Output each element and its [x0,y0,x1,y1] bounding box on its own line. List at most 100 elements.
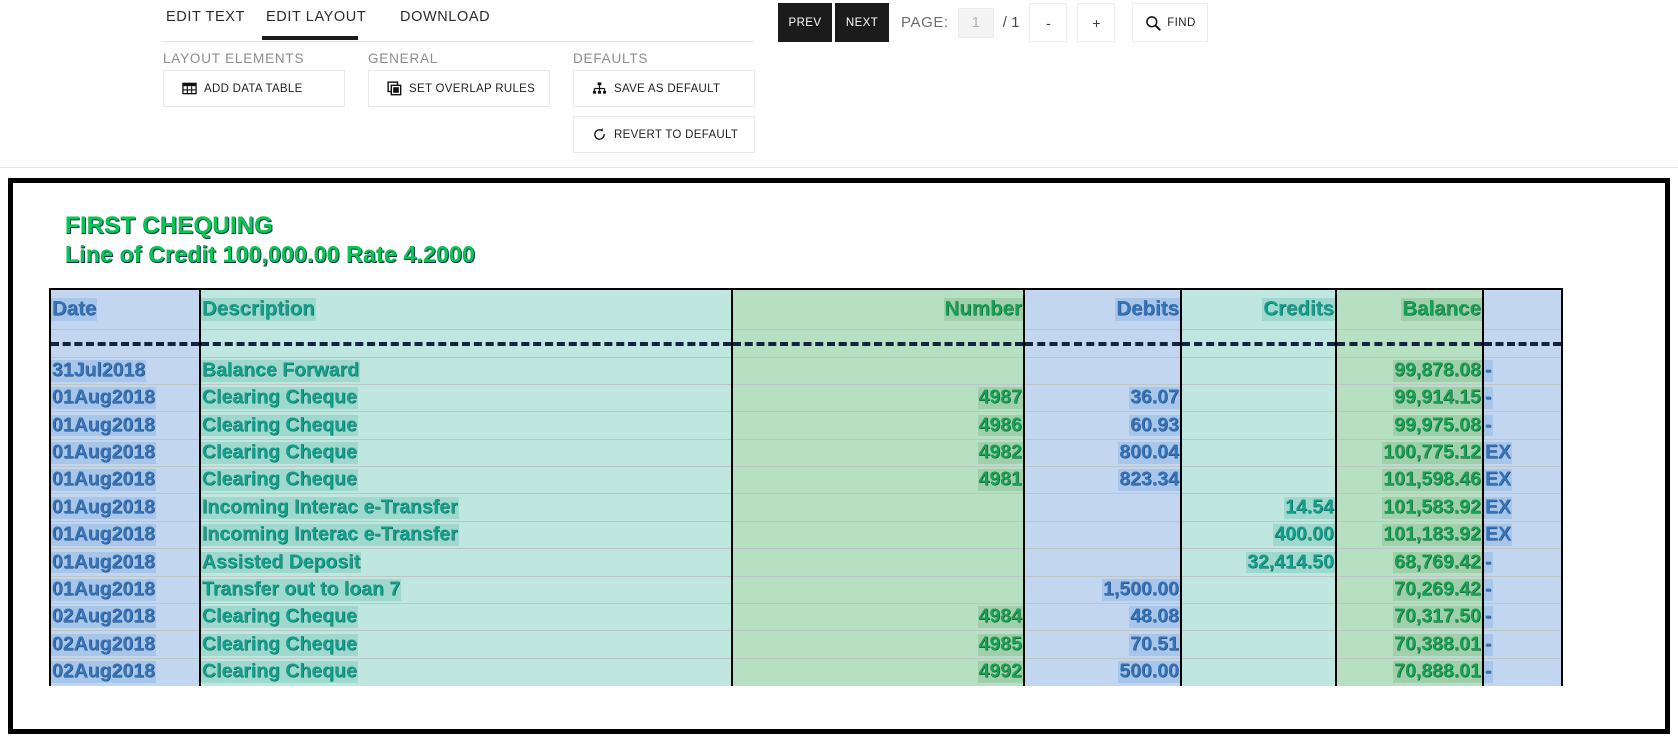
cell-description[interactable]: Clearing Cheque [199,466,732,494]
cell-description[interactable]: Clearing Cheque [199,383,732,412]
cell-debits[interactable]: 60.93 [1023,411,1181,440]
cell-credits[interactable] [1180,466,1336,494]
cell-date[interactable]: 01Aug2018 [49,411,200,440]
next-page-button[interactable]: NEXT [835,3,889,42]
cell-balance[interactable]: 99,914.15 [1335,383,1483,412]
cell-date[interactable]: 02Aug2018 [49,657,200,686]
table-row[interactable]: 01Aug2018 Clearing Cheque 4982 800.04 100,77… [49,438,1563,467]
cell-flag[interactable]: - [1482,657,1563,686]
cell-balance[interactable]: 101,583.92 [1335,493,1483,522]
cell-number[interactable] [731,520,1024,549]
cell-flag[interactable]: - [1482,356,1563,385]
cell-debits[interactable]: 800.04 [1023,438,1181,467]
cell-flag[interactable]: - [1482,383,1563,412]
cell-date[interactable]: 02Aug2018 [49,630,200,659]
cell-debits[interactable]: 48.08 [1023,603,1181,631]
cell-credits[interactable] [1180,383,1336,412]
cell-number[interactable] [731,493,1024,522]
tab-edit-layout[interactable]: EDIT LAYOUT [266,9,366,25]
cell-debits[interactable]: 70.51 [1023,630,1181,659]
cell-credits[interactable]: 14.54 [1180,493,1336,522]
table-row[interactable]: 01Aug2018 Clearing Cheque 4981 823.34 101,59… [49,466,1563,494]
cell-balance[interactable]: 70,317.50 [1335,603,1483,631]
table-row[interactable]: 01Aug2018 Incoming Interac e-Transfer 14.5… [49,493,1563,522]
cell-debits[interactable]: 36.07 [1023,383,1181,412]
column-header-balance[interactable]: Balance [1335,288,1483,329]
cell-debits[interactable] [1023,548,1181,577]
cell-balance[interactable]: 68,769.42 [1335,548,1483,577]
page-number-input[interactable]: 1 [957,7,994,38]
cell-credits[interactable] [1180,630,1336,659]
cell-description[interactable]: Balance Forward [199,356,732,385]
cell-description[interactable]: Clearing Cheque [199,630,732,659]
table-row[interactable]: 02Aug2018 Clearing Cheque 4984 48.08 70,317.… [49,603,1563,631]
cell-balance[interactable]: 70,888.01 [1335,657,1483,686]
cell-date[interactable]: 01Aug2018 [49,383,200,412]
cell-number[interactable]: 4992 [731,657,1024,686]
cell-description[interactable]: Clearing Cheque [199,657,732,686]
cell-number[interactable]: 4985 [731,630,1024,659]
cell-credits[interactable] [1180,575,1336,604]
zoom-in-button[interactable]: + [1077,3,1116,42]
cell-balance[interactable]: 100,775.12 [1335,438,1483,467]
cell-description[interactable]: Clearing Cheque [199,603,732,631]
zoom-out-button[interactable]: - [1029,3,1068,42]
add-data-table-button[interactable]: ADD DATA TABLE [163,70,345,107]
document-viewer[interactable]: FIRST CHEQUING Line of Credit 100,000.00 … [8,178,1670,734]
cell-balance[interactable]: 70,388.01 [1335,630,1483,659]
cell-flag[interactable]: - [1482,575,1563,604]
table-row[interactable]: 01Aug2018 Transfer out to loan 7 1,500.00 7… [49,575,1563,604]
cell-date[interactable]: 02Aug2018 [49,603,200,631]
cell-flag[interactable] [1482,328,1563,357]
table-row[interactable]: 02Aug2018 Clearing Cheque 4992 500.00 70,888… [49,657,1563,686]
cell-description[interactable]: Transfer out to loan 7 [199,575,732,604]
table-row[interactable]: 01Aug2018 Clearing Cheque 4986 60.93 99,975.… [49,411,1563,440]
column-header-debits[interactable]: Debits [1023,288,1181,329]
cell-balance[interactable]: 101,183.92 [1335,520,1483,549]
cell-number[interactable]: 4984 [731,603,1024,631]
table-row[interactable]: 01Aug2018 Incoming Interac e-Transfer 400.… [49,520,1563,549]
cell-date[interactable]: 01Aug2018 [49,493,200,522]
find-button[interactable]: FIND [1132,3,1209,42]
column-header-description[interactable]: Description [199,288,732,329]
cell-description[interactable]: Clearing Cheque [199,438,732,467]
cell-debits[interactable] [1023,520,1181,549]
tab-edit-text[interactable]: EDIT TEXT [166,9,245,25]
cell-description[interactable]: Incoming Interac e-Transfer [199,493,732,522]
cell-debits[interactable] [1023,328,1181,357]
cell-flag[interactable]: EX [1482,520,1563,549]
save-as-default-button[interactable]: SAVE AS DEFAULT [573,70,755,107]
cell-debits[interactable]: 823.34 [1023,466,1181,494]
cell-credits[interactable]: 400.00 [1180,520,1336,549]
cell-debits[interactable] [1023,356,1181,385]
column-header-number[interactable]: Number [731,288,1024,329]
cell-date[interactable]: 01Aug2018 [49,520,200,549]
cell-number[interactable] [731,575,1024,604]
cell-date[interactable]: 01Aug2018 [49,466,200,494]
cell-credits[interactable] [1180,356,1336,385]
cell-credits[interactable]: 32,414.50 [1180,548,1336,577]
cell-flag[interactable]: EX [1482,493,1563,522]
cell-date[interactable]: 01Aug2018 [49,438,200,467]
cell-number[interactable] [731,328,1024,357]
cell-credits[interactable] [1180,438,1336,467]
cell-date[interactable]: 31Jul2018 [49,356,200,385]
cell-flag[interactable]: - [1482,411,1563,440]
table-row[interactable]: 01Aug2018 Clearing Cheque 4987 36.07 99,914.… [49,383,1563,412]
cell-balance[interactable]: 70,269.42 [1335,575,1483,604]
revert-to-default-button[interactable]: REVERT TO DEFAULT [573,116,755,153]
cell-debits[interactable]: 1,500.00 [1023,575,1181,604]
cell-credits[interactable] [1180,657,1336,686]
set-overlap-rules-button[interactable]: SET OVERLAP RULES [368,70,550,107]
cell-description[interactable]: Clearing Cheque [199,411,732,440]
column-header-credits[interactable]: Credits [1180,288,1336,329]
cell-description[interactable]: Incoming Interac e-Transfer [199,520,732,549]
cell-balance[interactable] [1335,328,1483,357]
cell-number[interactable]: 4987 [731,383,1024,412]
table-row[interactable]: 01Aug2018 Assisted Deposit 32,414.50 68,769… [49,548,1563,577]
cell-number[interactable]: 4986 [731,411,1024,440]
cell-credits[interactable] [1180,411,1336,440]
cell-credits[interactable] [1180,603,1336,631]
cell-description[interactable]: Assisted Deposit [199,548,732,577]
cell-date[interactable] [49,328,200,357]
